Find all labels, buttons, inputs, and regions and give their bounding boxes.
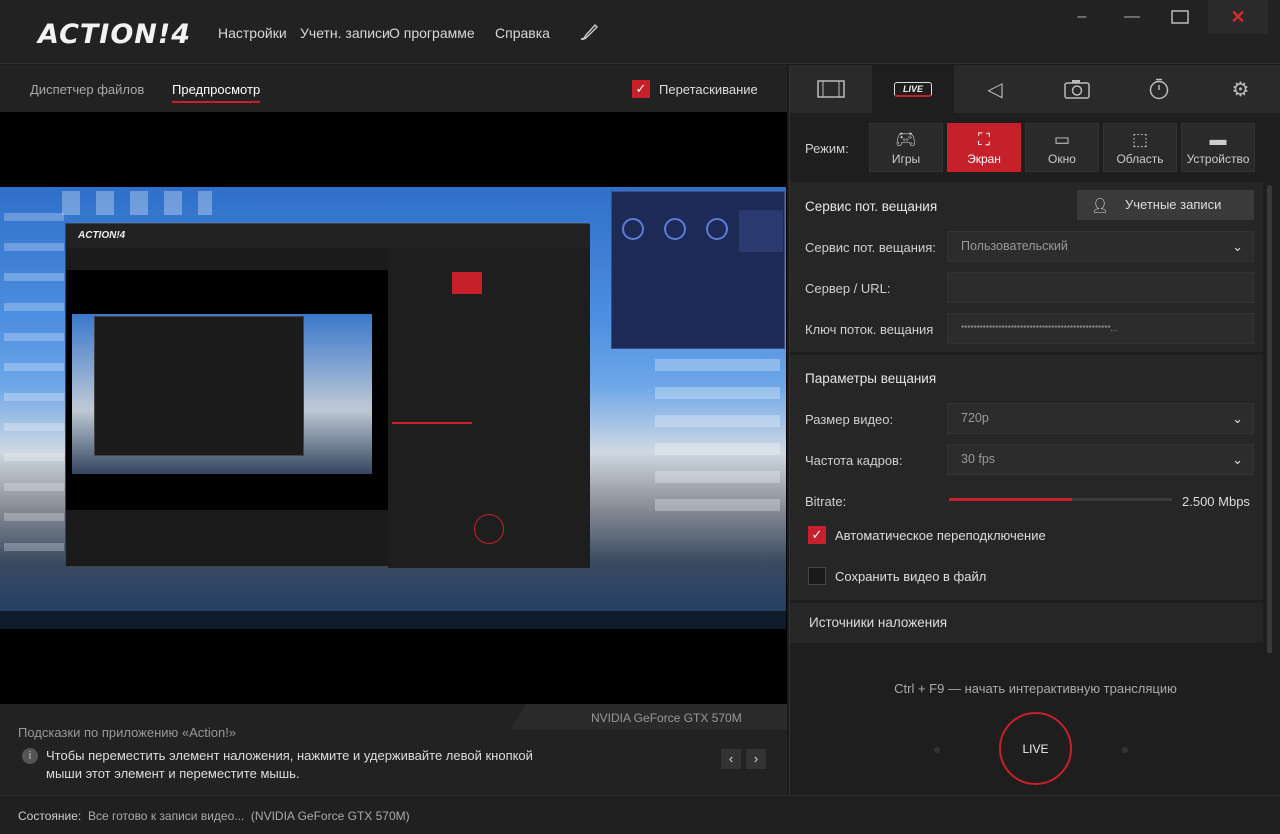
info-icon: i [22,748,38,764]
mode-device-button[interactable]: ▬ Устройство [1181,123,1255,172]
mode-area-button[interactable]: ⬚ Область [1103,123,1177,172]
hints-panel: NVIDIA GeForce GTX 570M Подсказки по при… [0,704,787,795]
auto-reconnect-checkbox[interactable]: ✓ [808,526,826,544]
desktop-preview-image: ACTION!4 [0,187,786,629]
status-text: Все готово к записи видео... (NVIDIA GeF… [88,809,410,823]
preview-area[interactable]: ACTION!4 [0,112,787,704]
tab-timer[interactable] [1118,65,1200,113]
mode-window-button[interactable]: ▭ Окно [1025,123,1099,172]
desktop-icons-right [655,359,780,519]
hotkey-hint: Ctrl + F9 — начать интерактивную трансля… [894,681,1177,696]
service-section: Сервис пот. вещания 👤︎ Учетные записи Се… [790,182,1263,352]
app-logo: ACTION!4 [38,19,191,50]
timer-icon [1149,78,1169,100]
gear-icon: ⚙ [1231,78,1250,101]
performance-monitor-widget [611,191,785,349]
tab-audio[interactable]: ◁ [954,65,1036,113]
bitrate-slider-fill [949,498,1072,501]
title-bar: ACTION!4 Настройки Учетн. записи О прогр… [0,0,1280,64]
desktop-icons-top [62,191,212,215]
menu-help[interactable]: Справка [495,25,550,41]
device-icon: ▬ [1209,130,1227,149]
selection-icon: ⬚ [1131,130,1149,149]
chevron-down-icon: ⌄ [1232,239,1243,254]
tab-settings[interactable]: ⚙ [1200,65,1280,113]
video-size-select[interactable]: 720p ⌄ [947,403,1254,434]
hint-line-2: мыши этот элемент и переместите мышь. [46,766,300,781]
video-size-label: Размер видео: [805,412,894,427]
menu-about[interactable]: О программе [389,25,475,41]
mode-label: Режим: [805,141,849,156]
hint-line-1: Чтобы переместить элемент наложения, наж… [46,748,533,763]
stream-key-label: Ключ поток. вещания [805,322,934,337]
save-file-label: Сохранить видео в файл [835,569,987,584]
service-label: Сервис пот. вещания: [805,240,936,255]
taskbar [0,611,786,629]
right-tabs: LIVE ◁ ⚙ [790,65,1280,113]
bitrate-value: 2.500 Mbps [1182,494,1250,509]
prev-hint-button[interactable]: ‹ [721,749,741,769]
right-pane: LIVE ◁ ⚙ Режим: 🎮︎ Игры ⛶ Экран ▭ Окно ⬚ Обл… [789,65,1280,795]
left-pane: Диспетчер файлов Предпросмотр ✓ Перетаск… [0,65,787,795]
desktop-icons [4,191,64,561]
live-icon: LIVE [893,81,932,97]
bitrate-slider[interactable] [949,498,1172,501]
params-section: Параметры вещания Размер видео: 720p ⌄ Ча… [790,352,1263,600]
service-header: Сервис пот. вещания [805,199,938,214]
speaker-icon: ◁ [987,78,1003,101]
params-header: Параметры вещания [805,371,937,386]
chevron-down-icon: ⌄ [1232,411,1243,426]
app-window: ACTION!4 Настройки Учетн. записи О прогр… [0,0,1280,834]
menu-settings[interactable]: Настройки [218,25,287,41]
bitrate-label: Bitrate: [805,494,847,509]
overlays-section[interactable]: Источники наложения [790,603,1263,643]
tab-video[interactable] [790,65,872,113]
close-button[interactable]: ✕ [1208,0,1268,34]
mode-screen-button[interactable]: ⛶ Экран [947,123,1021,172]
fps-label: Частота кадров: [805,453,903,468]
live-start-button[interactable]: LIVE [999,712,1072,785]
drag-label: Перетаскивание [659,82,758,97]
dot-right [1122,747,1128,753]
settings-scrollbar[interactable] [1267,185,1272,655]
tab-preview[interactable]: Предпросмотр [172,82,261,103]
mode-games-button[interactable]: 🎮︎ Игры [869,123,943,172]
dot-left [934,747,940,753]
menu-accounts[interactable]: Учетн. записи [300,25,390,41]
gamepad-icon: 🎮︎ [895,130,917,149]
tab-live[interactable]: LIVE [872,65,954,113]
save-file-checkbox[interactable] [808,567,826,585]
gpu-label: NVIDIA GeForce GTX 570M [591,711,742,725]
server-url-input[interactable] [947,272,1254,303]
status-bar: Состояние: Все готово к записи видео... … [0,795,1280,834]
stream-key-input[interactable]: ****************************************… [947,313,1254,344]
server-label: Сервер / URL: [805,281,891,296]
window-icon: ▭ [1053,130,1071,149]
next-hint-button[interactable]: › [746,749,766,769]
maximize-button[interactable] [1152,0,1208,34]
fps-select[interactable]: 30 fps ⌄ [947,444,1254,475]
user-icon: 👤︎ [1091,197,1109,213]
camera-icon [1064,80,1090,99]
tab-file-manager[interactable]: Диспетчер файлов [30,82,144,97]
drag-checkbox[interactable]: ✓ [632,80,650,98]
hints-title: Подсказки по приложению «Action!» [18,725,237,740]
chevron-down-icon: ⌄ [1232,452,1243,467]
film-strip-icon [817,80,845,98]
expand-icon: ⛶ [978,130,990,149]
tab-screenshot[interactable] [1036,65,1118,113]
service-select[interactable]: Пользовательский ⌄ [947,231,1254,262]
nested-app-window: ACTION!4 [65,223,590,568]
auto-reconnect-label: Автоматическое переподключение [835,528,1046,543]
minimize-sub-button[interactable]: – [1054,0,1110,34]
accounts-button[interactable]: 👤︎ Учетные записи [1077,190,1254,220]
brush-icon[interactable] [578,22,600,47]
overlays-header: Источники наложения [809,615,948,630]
status-label: Состояние: [18,809,82,823]
left-tabs: Диспетчер файлов Предпросмотр ✓ Перетаск… [0,65,787,112]
